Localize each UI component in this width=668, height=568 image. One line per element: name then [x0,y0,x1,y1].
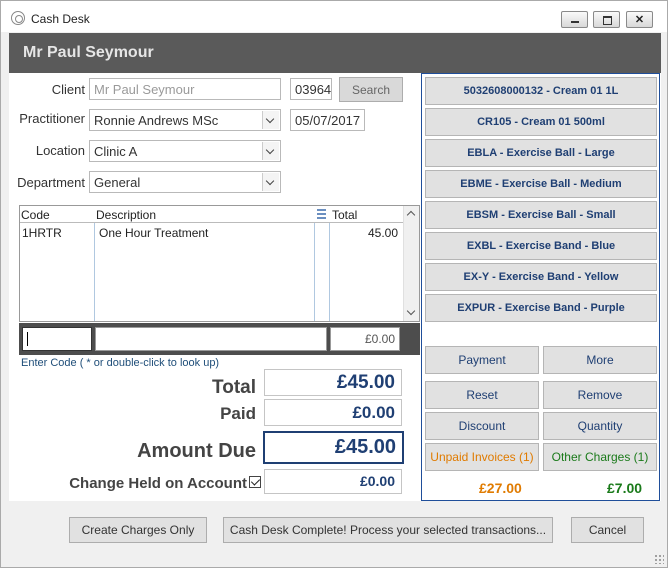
product-button[interactable]: EXBL - Exercise Band - Blue [425,232,657,260]
reset-button[interactable]: Reset [425,381,539,409]
discount-button[interactable]: Discount [425,412,539,440]
product-panel: 5032608000132 - Cream 01 1L CR105 - Crea… [421,73,660,501]
product-button[interactable]: EBSM - Exercise Ball - Small [425,201,657,229]
client-label: Client [51,82,85,97]
window-title: Cash Desk [31,12,90,26]
department-value: General [94,175,141,190]
scroll-down-icon[interactable] [406,306,416,316]
practitioner-label: Practitioner [19,111,85,126]
product-button[interactable]: EBLA - Exercise Ball - Large [425,139,657,167]
product-button[interactable]: EX-Y - Exercise Band - Yellow [425,263,657,291]
unpaid-invoices-button[interactable]: Unpaid Invoices (1) [425,443,539,471]
change-held-label: Change Held on Account [69,475,247,492]
column-divider [94,206,95,321]
more-button[interactable]: More [543,346,657,374]
practitioner-select[interactable]: Ronnie Andrews MSc [89,109,281,131]
other-charges-amount: £7.00 [607,480,643,496]
product-button[interactable]: EBME - Exercise Ball - Medium [425,170,657,198]
amount-due-label: Amount Due [137,440,256,462]
column-header-code[interactable]: Code [21,208,50,222]
change-held-value: £0.00 [264,469,402,494]
column-divider [314,206,315,321]
create-charges-button[interactable]: Create Charges Only [69,517,207,543]
app-icon [11,11,25,25]
client-name-heading: Mr Paul Seymour [23,44,154,61]
change-held-checkbox[interactable] [249,476,261,488]
location-value: Clinic A [94,144,138,159]
code-entry-input[interactable] [22,327,92,351]
grid-scrollbar[interactable] [403,206,419,321]
column-header-description[interactable]: Description [96,208,156,222]
department-label: Department [17,175,85,190]
unpaid-amount: £27.00 [479,480,522,496]
amount-due-value: £45.00 [263,431,404,464]
row-code: 1HRTR [22,226,62,240]
charges-grid[interactable]: Code Description Total 1HRTR One Hour Tr… [19,205,420,322]
entry-bar: £0.00 [19,323,420,355]
title-bar: Cash Desk [1,1,667,32]
paid-value: £0.00 [264,399,402,426]
scroll-up-icon[interactable] [406,210,416,220]
department-select[interactable]: General [89,171,281,193]
remove-button[interactable]: Remove [543,381,657,409]
table-row[interactable]: 1HRTR One Hour Treatment 45.00 [20,226,404,242]
product-button[interactable]: EXPUR - Exercise Band - Purple [425,294,657,322]
grid-header: Code Description Total [20,206,404,223]
column-divider [329,206,330,321]
main-panel: Client Mr Paul Seymour 03964 Search Prac… [9,73,661,501]
chevron-down-icon[interactable] [262,111,279,129]
amount-entry-input[interactable]: £0.00 [330,327,400,351]
column-chooser-icon[interactable] [317,209,326,219]
column-header-total[interactable]: Total [332,208,357,222]
cancel-button[interactable]: Cancel [571,517,644,543]
resize-grip-icon[interactable] [654,554,664,564]
date-field[interactable]: 05/07/2017 [290,109,365,131]
close-button[interactable] [626,11,653,28]
quantity-button[interactable]: Quantity [543,412,657,440]
search-button[interactable]: Search [339,77,403,102]
client-field[interactable]: Mr Paul Seymour [89,78,281,100]
client-code-field[interactable]: 03964 [290,78,332,100]
chevron-down-icon[interactable] [262,173,279,191]
total-label: Total [212,377,256,398]
paid-label: Paid [220,404,256,423]
practitioner-value: Ronnie Andrews MSc [94,113,219,128]
client-header: Mr Paul Seymour [9,33,661,73]
row-total: 45.00 [367,226,398,240]
location-label: Location [35,143,85,158]
total-value: £45.00 [264,369,402,396]
chevron-down-icon[interactable] [262,142,279,160]
minimize-button[interactable] [561,11,588,28]
location-select[interactable]: Clinic A [89,140,281,162]
complete-transactions-button[interactable]: Cash Desk Complete! Process your selecte… [223,517,553,543]
payment-button[interactable]: Payment [425,346,539,374]
product-button[interactable]: CR105 - Cream 01 500ml [425,108,657,136]
description-entry-input[interactable] [95,327,327,351]
row-description: One Hour Treatment [99,226,209,240]
other-charges-button[interactable]: Other Charges (1) [543,443,657,471]
product-button[interactable]: 5032608000132 - Cream 01 1L [425,77,657,105]
cash-desk-window: Cash Desk Mr Paul Seymour Client Mr Paul… [0,0,668,568]
entry-hint: Enter Code ( * or double-click to look u… [21,357,220,369]
maximize-button[interactable] [593,11,620,28]
